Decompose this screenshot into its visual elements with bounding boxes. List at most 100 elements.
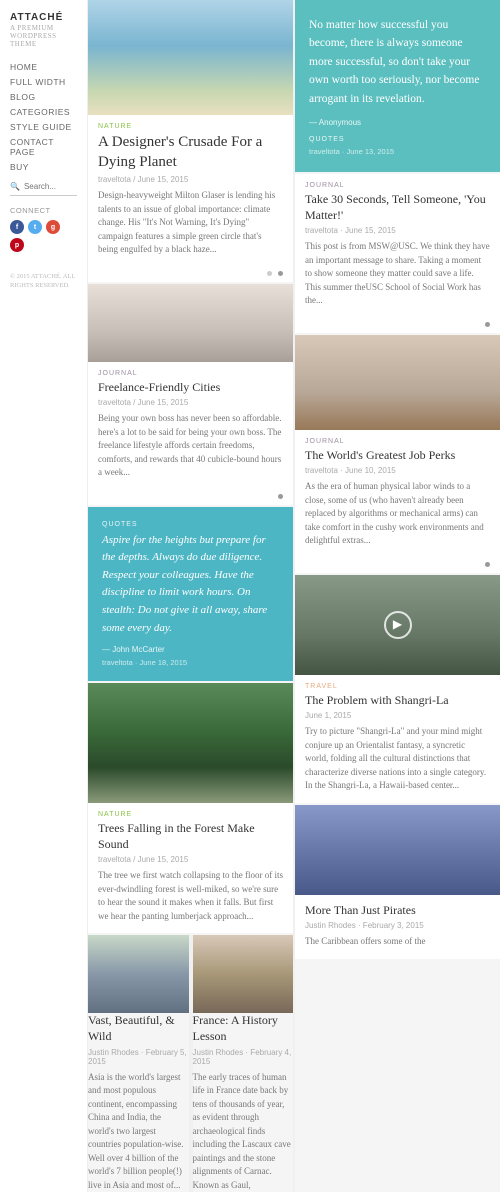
- nav-blog[interactable]: BLOG: [10, 92, 77, 102]
- pirates-image: [295, 805, 500, 895]
- brand-tagline: A PREMIUM WORDPRESS THEME: [10, 24, 77, 48]
- shangri-la-meta: June 1, 2015: [305, 711, 490, 720]
- vast-beautiful-title[interactable]: Vast, Beautiful, & Wild: [88, 1013, 189, 1044]
- nav-style-guide[interactable]: STYLE GUIDE: [10, 122, 77, 132]
- pirates-card: More Than Just Pirates Justin Rhodes · F…: [295, 805, 500, 959]
- shangri-la-video[interactable]: ▶: [295, 575, 500, 675]
- nav-home[interactable]: HOME: [10, 62, 77, 72]
- content-grid: NATURE A Designer's Crusade For a Dying …: [88, 0, 500, 1192]
- top-quote-card: No matter how successful you become, the…: [295, 0, 500, 172]
- take-30-footer: [295, 318, 500, 333]
- twitter-icon[interactable]: t: [28, 220, 42, 234]
- trees-falling-image: [88, 683, 293, 803]
- bottom-two-cards: Vast, Beautiful, & Wild Justin Rhodes · …: [88, 935, 293, 1192]
- job-perks-tag[interactable]: JOURNAL: [305, 438, 490, 445]
- designers-crusade-card: NATURE A Designer's Crusade For a Dying …: [88, 0, 293, 282]
- trees-falling-tag[interactable]: NATURE: [98, 811, 283, 818]
- play-button[interactable]: ▶: [384, 611, 412, 639]
- designers-crusade-excerpt: Design-heavyweight Milton Glaser is lend…: [98, 189, 283, 257]
- france-history-image: [193, 935, 294, 1013]
- connect-label: CONNECT: [10, 206, 77, 215]
- nav-contact[interactable]: CONTACT PAGE: [10, 137, 77, 157]
- take-30-tag[interactable]: JOURNAL: [305, 182, 490, 189]
- designers-crusade-meta: traveltota / June 15, 2015: [98, 175, 283, 184]
- job-perks-body: JOURNAL The World's Greatest Job Perks t…: [295, 430, 500, 558]
- vast-beautiful-excerpt: Asia is the world's largest and most pop…: [88, 1071, 189, 1192]
- right-column: No matter how successful you become, the…: [293, 0, 500, 1192]
- middle-quote-text: Aspire for the heights but prepare for t…: [102, 532, 279, 638]
- middle-quote-card: QUOTES Aspire for the heights but prepar…: [88, 507, 293, 682]
- take-30-meta: traveltota · June 15, 2015: [305, 226, 490, 235]
- top-quote-tag: QUOTES: [309, 136, 486, 143]
- designers-crusade-body: NATURE A Designer's Crusade For a Dying …: [88, 115, 293, 267]
- job-perks-footer: [295, 558, 500, 573]
- shangri-la-body: TRAVEL The Problem with Shangri-La June …: [295, 675, 500, 803]
- pirates-title[interactable]: More Than Just Pirates: [305, 903, 490, 919]
- copyright-text: © 2015 ATTACHÉ. ALL RIGHTS RESERVED.: [10, 272, 77, 290]
- freelance-cities-image: [88, 284, 293, 362]
- google-plus-icon[interactable]: g: [46, 220, 60, 234]
- designers-crusade-title[interactable]: A Designer's Crusade For a Dying Planet: [98, 133, 283, 172]
- vast-beautiful-meta: Justin Rhodes · February 5, 2015: [88, 1048, 189, 1066]
- shangri-la-title[interactable]: The Problem with Shangri-La: [305, 693, 490, 709]
- top-quote-attr: — Anonymous: [309, 118, 486, 127]
- shangri-la-card: ▶ TRAVEL The Problem with Shangri-La Jun…: [295, 575, 500, 803]
- nav-categories[interactable]: CATEGORIES: [10, 107, 77, 117]
- shangri-la-tag[interactable]: TRAVEL: [305, 683, 490, 690]
- trees-falling-body: NATURE Trees Falling in the Forest Make …: [88, 803, 293, 933]
- dot-2: [278, 271, 283, 276]
- middle-quote-meta: traveltota · June 18, 2015: [102, 658, 279, 667]
- trees-falling-title[interactable]: Trees Falling in the Forest Make Sound: [98, 821, 283, 852]
- freelance-cities-excerpt: Being your own boss has never been so af…: [98, 412, 283, 480]
- freelance-cities-meta: traveltota / June 15, 2015: [98, 398, 283, 407]
- vast-beautiful-body: Vast, Beautiful, & Wild Justin Rhodes · …: [88, 1013, 189, 1192]
- left-column: NATURE A Designer's Crusade For a Dying …: [88, 0, 293, 1192]
- dot-5: [485, 562, 490, 567]
- dot-1: [267, 271, 272, 276]
- brand-name: ATTACHÉ: [10, 12, 77, 23]
- trees-falling-excerpt: The tree we first watch collapsing to th…: [98, 869, 283, 923]
- connect-section: CONNECT f t g p: [10, 206, 77, 252]
- freelance-cities-card: JOURNAL Freelance-Friendly Cities travel…: [88, 284, 293, 505]
- sidebar: ATTACHÉ A PREMIUM WORDPRESS THEME HOME F…: [0, 0, 88, 1192]
- pirates-meta: Justin Rhodes · February 3, 2015: [305, 921, 490, 930]
- sidebar-nav: HOME FULL WIDTH BLOG CATEGORIES STYLE GU…: [10, 62, 77, 172]
- france-history-title[interactable]: France: A History Lesson: [193, 1013, 294, 1044]
- job-perks-excerpt: As the era of human physical labor winds…: [305, 480, 490, 548]
- france-history-body: France: A History Lesson Justin Rhodes ·…: [193, 1013, 294, 1192]
- job-perks-meta: traveltota · June 10, 2015: [305, 466, 490, 475]
- take-30-title[interactable]: Take 30 Seconds, Tell Someone, 'You Matt…: [305, 192, 490, 223]
- search-input[interactable]: [24, 182, 84, 191]
- freelance-cities-footer: [88, 490, 293, 505]
- job-perks-title[interactable]: The World's Greatest Job Perks: [305, 448, 490, 464]
- main-content: NATURE A Designer's Crusade For a Dying …: [88, 0, 500, 1192]
- nav-buy[interactable]: BUY: [10, 162, 77, 172]
- top-quote-text: No matter how successful you become, the…: [309, 16, 486, 108]
- designers-crusade-footer: [88, 267, 293, 282]
- middle-quote-tag: QUOTES: [102, 521, 279, 528]
- pinterest-icon[interactable]: p: [10, 238, 24, 252]
- dot-3: [278, 494, 283, 499]
- freelance-cities-title[interactable]: Freelance-Friendly Cities: [98, 380, 283, 396]
- facebook-icon[interactable]: f: [10, 220, 24, 234]
- search-bar[interactable]: 🔍: [10, 182, 77, 196]
- designers-crusade-tag[interactable]: NATURE: [98, 123, 283, 130]
- job-perks-image: [295, 335, 500, 430]
- trees-falling-meta: traveltota / June 15, 2015: [98, 855, 283, 864]
- search-icon: 🔍: [10, 182, 20, 191]
- designers-crusade-image: [88, 0, 293, 115]
- trees-falling-card: NATURE Trees Falling in the Forest Make …: [88, 683, 293, 933]
- take-30-body: JOURNAL Take 30 Seconds, Tell Someone, '…: [295, 174, 500, 318]
- freelance-cities-tag[interactable]: JOURNAL: [98, 370, 283, 377]
- vast-beautiful-image: [88, 935, 189, 1013]
- france-history-card: France: A History Lesson Justin Rhodes ·…: [191, 935, 294, 1192]
- logo: ATTACHÉ A PREMIUM WORDPRESS THEME: [10, 12, 77, 48]
- take-30-card: JOURNAL Take 30 Seconds, Tell Someone, '…: [295, 174, 500, 333]
- middle-quote-attr: — John McCarter: [102, 645, 279, 654]
- top-quote-meta: traveltota · June 13, 2015: [309, 147, 486, 156]
- shangri-la-excerpt: Try to picture "Shangri-La" and your min…: [305, 725, 490, 793]
- take-30-excerpt: This post is from MSW@USC. We think they…: [305, 240, 490, 308]
- dot-4: [485, 322, 490, 327]
- france-history-meta: Justin Rhodes · February 4, 2015: [193, 1048, 294, 1066]
- nav-full-width[interactable]: FULL WIDTH: [10, 77, 77, 87]
